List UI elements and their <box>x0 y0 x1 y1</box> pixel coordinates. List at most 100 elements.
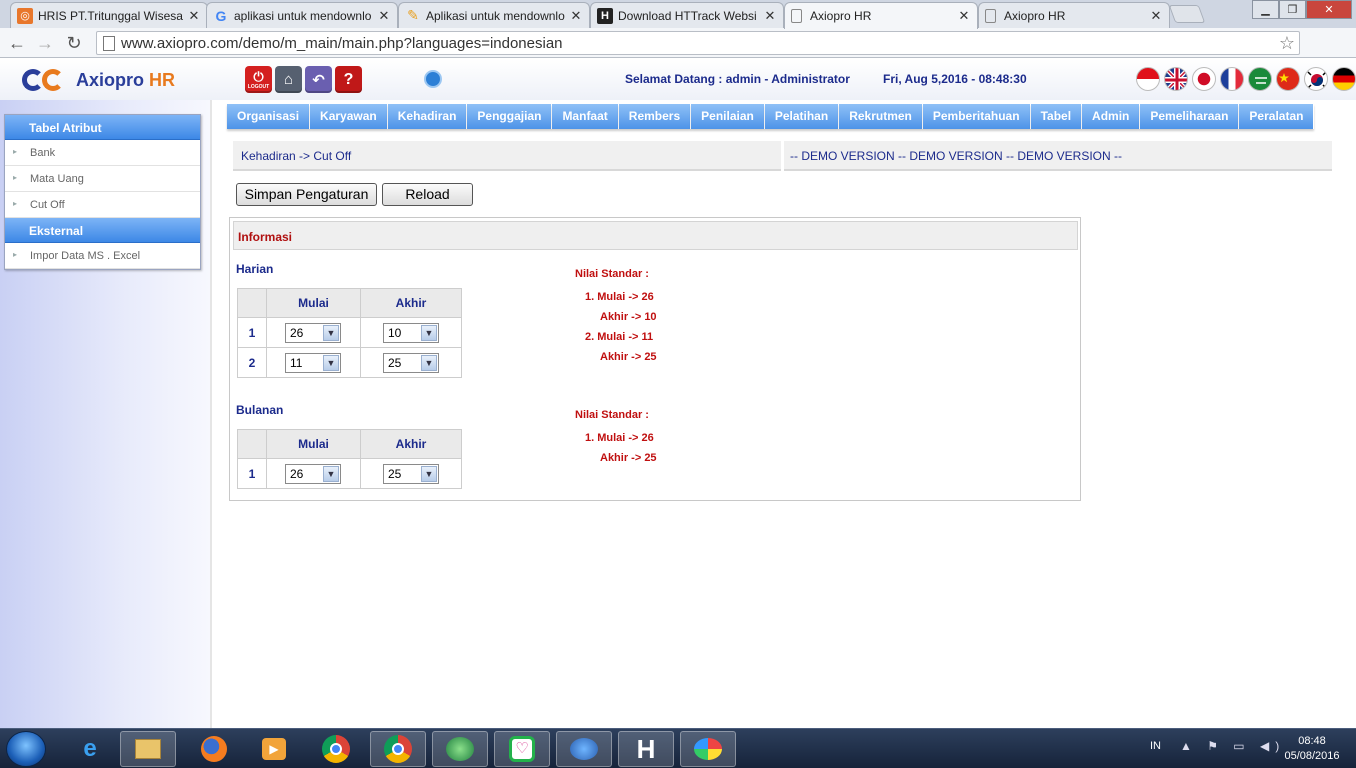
winamp-icon[interactable] <box>432 731 488 767</box>
sidebar-item-bank[interactable]: ▸ Bank <box>5 140 200 166</box>
home-button[interactable]: ⌂ <box>275 66 302 93</box>
sidebar-item-mata-uang[interactable]: ▸ Mata Uang <box>5 166 200 192</box>
bookmark-star-icon[interactable]: ☆ <box>1279 33 1295 54</box>
forward-arrow-icon[interactable]: → <box>34 32 56 54</box>
flag-saudi-icon[interactable] <box>1248 67 1272 91</box>
flag-uk-icon[interactable] <box>1164 67 1188 91</box>
sidebar: Tabel Atribut ▸ Bank ▸ Mata Uang ▸ Cut Off … <box>4 114 201 270</box>
bulanan-start-select[interactable]: 26 ▼ <box>285 463 341 484</box>
menu-rekrutmen[interactable]: Rekrutmen <box>839 104 923 129</box>
back-button[interactable]: ↶ <box>305 66 332 93</box>
app-header: Axiopro HR ⏻ LOGOUT ⌂ ↶ ? Selamat Datang… <box>0 59 1356 100</box>
google-favicon-icon: G <box>215 7 227 24</box>
bulanan-standard-title: Nilai Standar : <box>575 409 649 421</box>
network-app-icon[interactable] <box>556 731 612 767</box>
search-icon[interactable] <box>424 70 442 88</box>
menu-penilaian[interactable]: Penilaian <box>691 104 765 129</box>
browser-tab[interactable]: H Download HTTrack Websi ✕ <box>590 2 784 28</box>
help-icon: ? <box>343 70 354 88</box>
datetime-text: Fri, Aug 5,2016 - 08:48:30 <box>883 72 1027 86</box>
browser-tab[interactable]: G aplikasi untuk mendownlo ✕ <box>206 2 398 28</box>
close-tab-icon[interactable]: ✕ <box>187 8 201 24</box>
help-button[interactable]: ? <box>335 66 362 93</box>
menu-pemberitahuan[interactable]: Pemberitahuan <box>922 104 1031 129</box>
chrome-icon[interactable] <box>308 731 364 767</box>
harian-start-select[interactable]: 26 ▼ <box>285 322 341 343</box>
harian-col-start: Mulai <box>266 288 361 318</box>
menu-penggajian[interactable]: Penggajian <box>467 104 553 129</box>
harian-start-select[interactable]: 11 ▼ <box>285 352 341 373</box>
logout-button[interactable]: ⏻ LOGOUT <box>245 66 272 93</box>
bullet-icon: ▸ <box>13 173 18 182</box>
start-button[interactable] <box>6 731 46 767</box>
language-indicator[interactable]: IN <box>1150 740 1161 752</box>
harian-standard-line: Akhir -> 10 <box>600 311 657 323</box>
browser-tab[interactable]: ◎ HRIS PT.Tritunggal Wisesa ✕ <box>10 2 208 28</box>
close-tab-icon[interactable]: ✕ <box>569 8 583 24</box>
firefox-icon[interactable] <box>186 731 242 767</box>
chat-app-icon[interactable]: ♡ <box>494 731 550 767</box>
menu-peralatan[interactable]: Peralatan <box>1239 104 1315 129</box>
flag-indonesia-icon[interactable] <box>1136 67 1160 91</box>
chrome-icon[interactable] <box>370 731 426 767</box>
close-tab-icon[interactable]: ✕ <box>763 8 777 24</box>
close-window-icon[interactable]: ✕ <box>1306 0 1352 19</box>
menu-tabel[interactable]: Tabel <box>1030 104 1083 129</box>
chevron-down-icon: ▼ <box>421 324 437 341</box>
menu-pemeliharaan[interactable]: Pemeliharaan <box>1140 104 1240 129</box>
breadcrumb: Kehadiran -> Cut Off <box>241 149 352 163</box>
bulanan-col-end: Akhir <box>360 429 462 459</box>
menu-karyawan[interactable]: Karyawan <box>310 104 388 129</box>
harian-end-select[interactable]: 25 ▼ <box>383 352 439 373</box>
harian-standard-line: Akhir -> 25 <box>600 351 657 363</box>
bulanan-standard-line: 1. Mulai -> 26 <box>585 432 654 444</box>
reload-icon[interactable]: ↻ <box>63 32 85 54</box>
flag-korea-icon[interactable] <box>1304 67 1328 91</box>
new-tab-button[interactable] <box>1168 5 1206 23</box>
close-tab-icon[interactable]: ✕ <box>377 8 391 24</box>
file-explorer-icon[interactable] <box>120 731 176 767</box>
menu-manfaat[interactable]: Manfaat <box>552 104 619 129</box>
harian-table: Mulai Akhir 1 26 ▼ 10 ▼ 2 11 ▼ 25 ▼ <box>237 288 462 378</box>
media-player-icon[interactable]: ▶ <box>246 731 302 767</box>
harian-standard-line: 2. Mulai -> 11 <box>585 331 654 343</box>
browser-tab-active[interactable]: Axiopro HR ✕ <box>784 2 978 29</box>
main-menu: Organisasi Karyawan Kehadiran Penggajian… <box>227 104 1315 129</box>
table-row: 1 26 ▼ 10 ▼ <box>237 317 462 348</box>
address-bar: ← → ↻ www.axiopro.com/demo/m_main/main.p… <box>0 28 1356 79</box>
httrack-icon[interactable]: H <box>618 731 674 767</box>
bulanan-end-select[interactable]: 25 ▼ <box>383 463 439 484</box>
flag-china-icon[interactable] <box>1276 67 1300 91</box>
back-arrow-icon[interactable]: ← <box>6 32 28 54</box>
harian-label: Harian <box>236 262 274 276</box>
internet-explorer-icon[interactable]: e <box>62 731 118 767</box>
system-tray-icons[interactable]: ▲ ⚑ ▭ ◀) <box>1180 739 1285 753</box>
page-favicon-icon <box>791 9 802 23</box>
sidebar-item-cut-off[interactable]: ▸ Cut Off <box>5 192 200 218</box>
flag-japan-icon[interactable] <box>1192 67 1216 91</box>
close-tab-icon[interactable]: ✕ <box>957 8 971 24</box>
flag-germany-icon[interactable] <box>1332 67 1356 91</box>
minimize-icon[interactable]: ▁ <box>1252 0 1279 19</box>
url-field[interactable]: www.axiopro.com/demo/m_main/main.php?lan… <box>96 31 1300 55</box>
paint-icon[interactable] <box>680 731 736 767</box>
hris-favicon-icon: ◎ <box>17 7 33 24</box>
app-logo[interactable]: Axiopro HR <box>22 67 175 93</box>
sidebar-item-import-excel[interactable]: ▸ Impor Data MS . Excel <box>5 243 200 269</box>
menu-admin[interactable]: Admin <box>1082 104 1141 129</box>
pencil-favicon-icon: ✎ <box>407 7 419 23</box>
save-settings-button[interactable]: Simpan Pengaturan <box>236 183 377 206</box>
harian-end-select[interactable]: 10 ▼ <box>383 322 439 343</box>
close-tab-icon[interactable]: ✕ <box>1149 8 1163 24</box>
menu-pelatihan[interactable]: Pelatihan <box>764 104 840 129</box>
browser-tab[interactable]: ✎ Aplikasi untuk mendownlo ✕ <box>398 2 590 28</box>
clock[interactable]: 08:48 05/08/2016 <box>1280 734 1344 764</box>
menu-organisasi[interactable]: Organisasi <box>227 104 311 129</box>
flag-france-icon[interactable] <box>1220 67 1244 91</box>
browser-tab[interactable]: Axiopro HR ✕ <box>978 2 1170 28</box>
reload-button[interactable]: Reload <box>382 183 473 206</box>
url-text: www.axiopro.com/demo/m_main/main.php?lan… <box>121 35 563 52</box>
restore-icon[interactable]: ❐ <box>1279 0 1306 19</box>
menu-kehadiran[interactable]: Kehadiran <box>387 104 468 129</box>
menu-rembers[interactable]: Rembers <box>618 104 692 129</box>
